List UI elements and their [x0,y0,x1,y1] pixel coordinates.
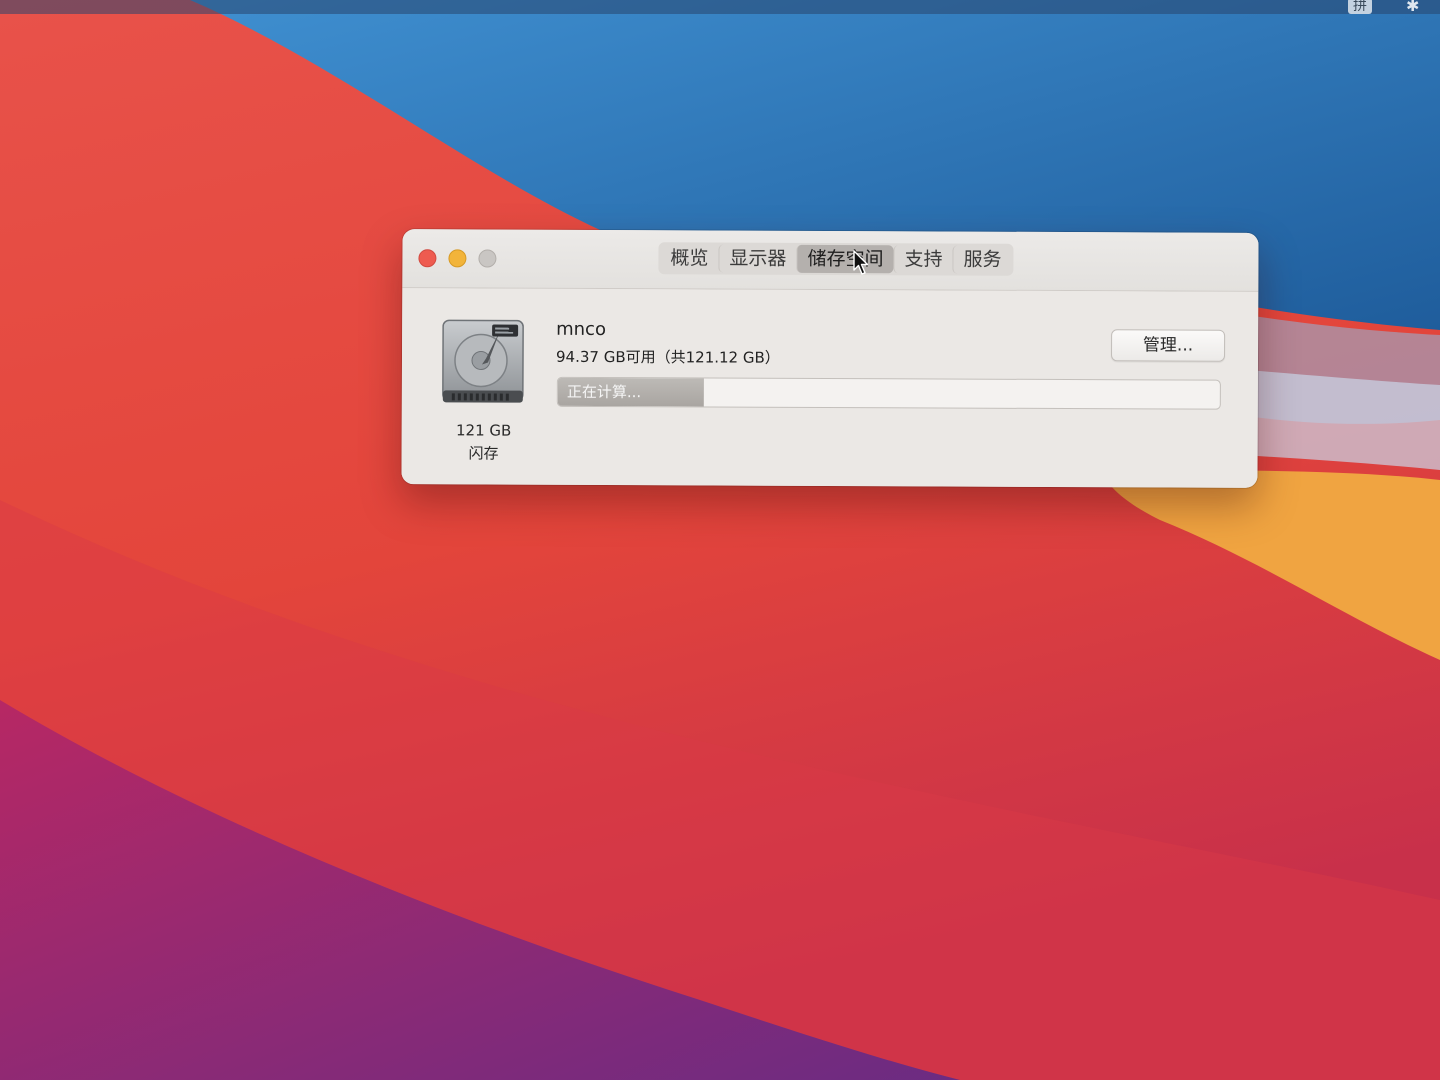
close-button[interactable] [418,249,437,268]
zoom-button[interactable] [478,249,497,268]
volume-availability: 94.37 GB可用（共121.12 GB） [555,347,780,367]
desktop-wallpaper [0,0,1440,1080]
storage-usage-bar: 正在计算... [556,376,1221,410]
manage-button[interactable]: 管理... [1110,329,1226,362]
bluetooth-icon[interactable]: ✱ [1406,0,1419,15]
input-method-icon[interactable]: 拼 [1348,0,1372,14]
tab-service[interactable]: 服务 [952,245,1012,274]
volume-name: mnco [556,318,607,341]
tab-bar: 概览 显示器 储存空间 支持 服务 [658,242,1014,276]
menu-bar: 拼 ✱ [0,0,1440,15]
window-titlebar: 概览 显示器 储存空间 支持 服务 [402,229,1259,292]
hard-drive-icon [442,319,524,403]
storage-pane: 121 GB 闪存 mnco 94.37 GB可用（共121.12 GB） 管理… [401,288,1259,488]
tab-displays[interactable]: 显示器 [718,244,797,273]
tab-support[interactable]: 支持 [893,245,953,274]
drive-type: 闪存 [468,444,499,463]
minimize-button[interactable] [448,249,467,268]
tab-storage[interactable]: 储存空间 [796,244,894,274]
drive-capacity: 121 GB [455,421,512,440]
mouse-pointer-icon [853,250,869,275]
about-this-mac-window: 概览 显示器 储存空间 支持 服务 121 GB 闪存 mnco 94.37 G… [401,229,1259,488]
tab-overview[interactable]: 概览 [660,244,718,272]
storage-status-label: 正在计算... [566,382,642,402]
desktop: 拼 ✱ 概览 显示器 储存空间 支持 服务 121 GB 闪存 mnco 94.… [0,0,1440,1080]
